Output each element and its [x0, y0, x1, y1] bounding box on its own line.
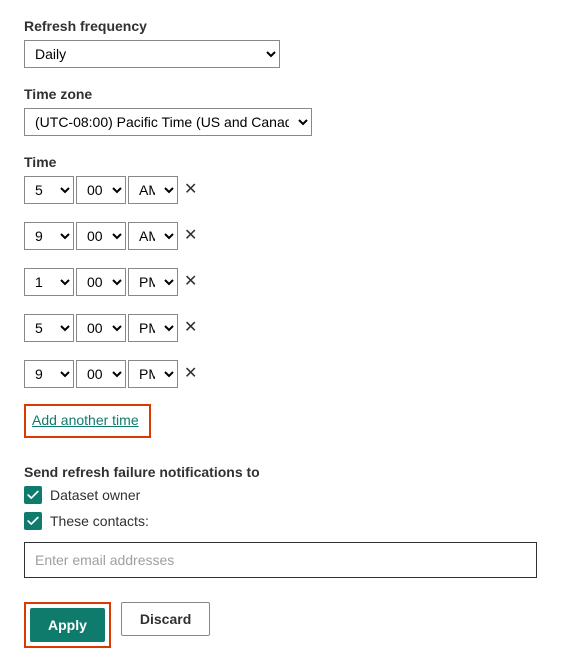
dataset-owner-label: Dataset owner: [50, 487, 140, 503]
time-hour-select[interactable]: 9: [24, 222, 74, 250]
time-hour-select[interactable]: 1: [24, 268, 74, 296]
time-ampm-select[interactable]: PM: [128, 360, 178, 388]
remove-time-button[interactable]: ✕: [180, 228, 201, 244]
notifications-section: Send refresh failure notifications to Da…: [24, 464, 538, 578]
time-row: 5 00 PM ✕: [24, 314, 538, 342]
timezone-section: Time zone (UTC-08:00) Pacific Time (US a…: [24, 86, 538, 136]
time-minute-select[interactable]: 00: [76, 314, 126, 342]
remove-time-button[interactable]: ✕: [180, 366, 201, 382]
apply-button[interactable]: Apply: [30, 608, 105, 642]
time-hour-select[interactable]: 9: [24, 360, 74, 388]
time-row: 1 00 PM ✕: [24, 268, 538, 296]
contacts-row: These contacts:: [24, 512, 538, 530]
timezone-select[interactable]: (UTC-08:00) Pacific Time (US and Canada): [24, 108, 312, 136]
time-row: 9 00 AM ✕: [24, 222, 538, 250]
refresh-frequency-section: Refresh frequency Daily: [24, 18, 538, 68]
checkmark-icon: [26, 514, 40, 528]
time-ampm-select[interactable]: PM: [128, 268, 178, 296]
action-buttons: Apply Discard: [24, 602, 538, 648]
close-icon: ✕: [184, 227, 197, 244]
time-minute-select[interactable]: 00: [76, 222, 126, 250]
time-ampm-select[interactable]: PM: [128, 314, 178, 342]
close-icon: ✕: [184, 319, 197, 336]
contacts-checkbox[interactable]: [24, 512, 42, 530]
time-hour-select[interactable]: 5: [24, 314, 74, 342]
time-minute-select[interactable]: 00: [76, 360, 126, 388]
dataset-owner-checkbox[interactable]: [24, 486, 42, 504]
time-section: Time 5 00 AM ✕ 9 00 AM ✕ 1 00 PM ✕ 5 00 …: [24, 154, 538, 438]
time-ampm-select[interactable]: AM: [128, 222, 178, 250]
close-icon: ✕: [184, 181, 197, 198]
contacts-label: These contacts:: [50, 513, 149, 529]
timezone-label: Time zone: [24, 86, 538, 102]
time-ampm-select[interactable]: AM: [128, 176, 178, 204]
email-addresses-input[interactable]: [24, 542, 537, 578]
remove-time-button[interactable]: ✕: [180, 320, 201, 336]
add-another-time-link[interactable]: Add another time: [32, 412, 139, 428]
checkmark-icon: [26, 488, 40, 502]
close-icon: ✕: [184, 273, 197, 290]
time-row: 9 00 PM ✕: [24, 360, 538, 388]
apply-highlight: Apply: [24, 602, 111, 648]
refresh-frequency-select[interactable]: Daily: [24, 40, 280, 68]
remove-time-button[interactable]: ✕: [180, 182, 201, 198]
time-row: 5 00 AM ✕: [24, 176, 538, 204]
add-time-highlight: Add another time: [24, 404, 151, 438]
dataset-owner-row: Dataset owner: [24, 486, 538, 504]
refresh-frequency-label: Refresh frequency: [24, 18, 538, 34]
time-label: Time: [24, 154, 538, 170]
notifications-label: Send refresh failure notifications to: [24, 464, 538, 480]
remove-time-button[interactable]: ✕: [180, 274, 201, 290]
time-minute-select[interactable]: 00: [76, 176, 126, 204]
close-icon: ✕: [184, 365, 197, 382]
discard-button[interactable]: Discard: [121, 602, 210, 636]
time-hour-select[interactable]: 5: [24, 176, 74, 204]
time-minute-select[interactable]: 00: [76, 268, 126, 296]
